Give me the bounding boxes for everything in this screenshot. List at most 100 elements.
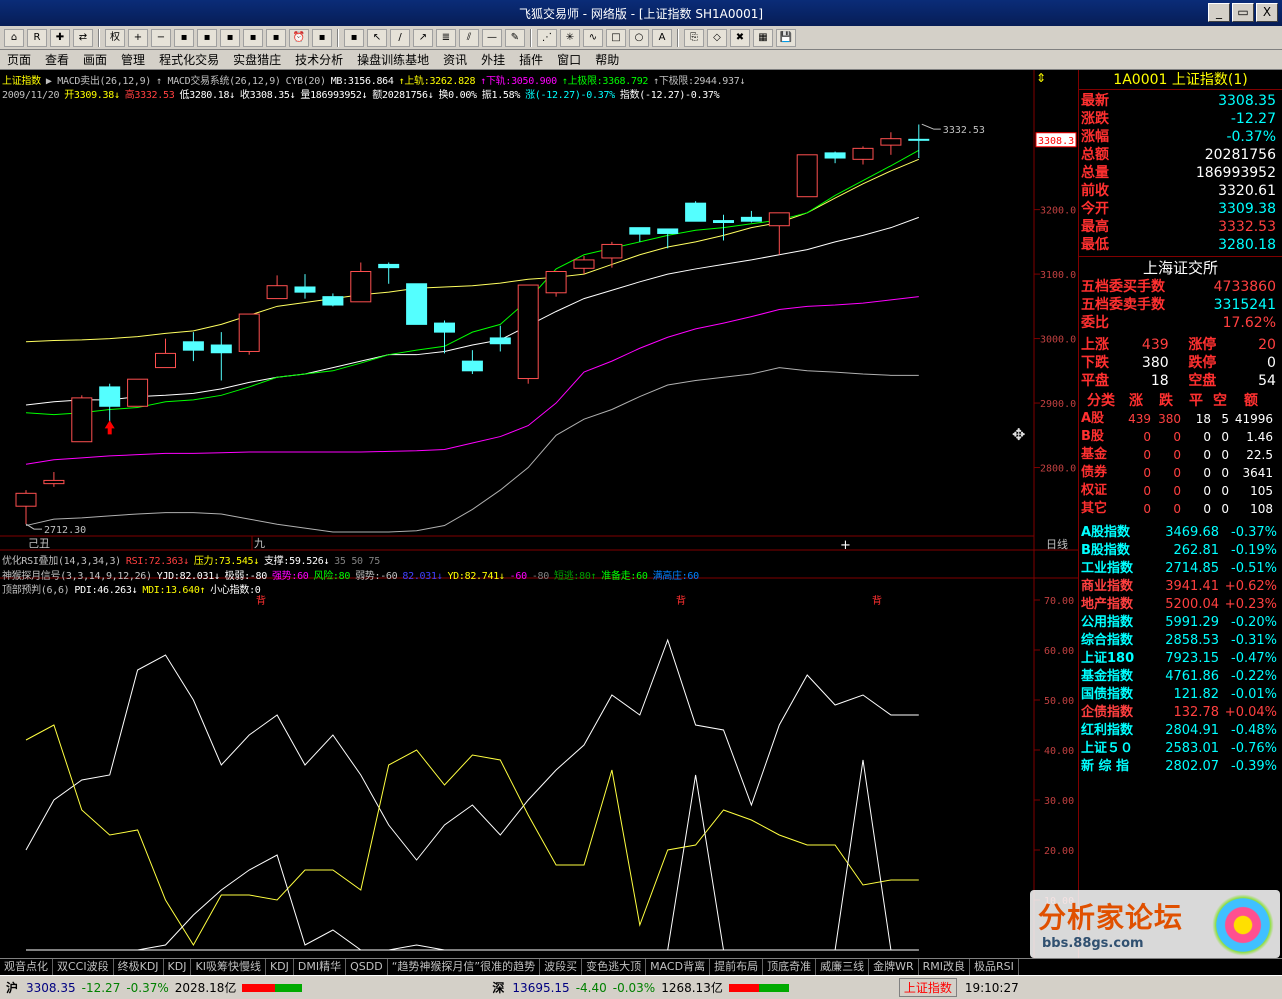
indicator-tab[interactable]: 提前布局 [710,959,764,975]
toolbar-pen-icon[interactable]: ✎ [505,28,525,47]
indicator-tab[interactable]: 变色逃大顶 [582,959,647,975]
indicator-tab[interactable]: KDJ [164,959,192,975]
indicator-tab[interactable]: MACD背离 [646,959,711,975]
candle-body[interactable] [155,352,176,369]
menu-item-6[interactable]: 技术分析 [288,51,350,68]
toolbar-add-icon[interactable]: ✚ [50,28,70,47]
index-row[interactable]: 企债指数 132.78 +0.04% [1081,704,1277,722]
chart-area[interactable]: 3200.0 3100.0 3000.0 2900.0 2800.0 3332.53 271… [0,70,1078,958]
candle-body[interactable] [99,386,121,407]
candle-body[interactable] [489,337,511,345]
scroll-anchor-icon[interactable]: ⇕ [1036,71,1046,85]
indicator-tab[interactable]: DMI精华 [294,959,347,975]
candle-body[interactable] [238,313,260,352]
menu-item-3[interactable]: 管理 [114,51,152,68]
index-row[interactable]: 综合指数 2858.53 -0.31% [1081,632,1277,650]
candle-body[interactable] [43,479,65,485]
toolbar-channel-icon[interactable]: ⫽ [459,28,479,47]
menu-item-10[interactable]: 插件 [512,51,550,68]
candle-body[interactable] [657,228,679,234]
candle-body[interactable] [824,152,846,159]
maximize-button[interactable]: ▭ [1232,3,1254,22]
candle-body[interactable] [406,283,428,325]
toolbar-ellipse-icon[interactable]: ○ [629,28,649,47]
indicator-tab[interactable]: 威廉三线 [816,959,870,975]
candle-body[interactable] [294,286,316,293]
indicator-tab[interactable]: 波段买 [540,959,583,975]
toolbar-home-icon[interactable]: ⌂ [4,28,24,47]
toolbar-copy-icon[interactable]: ⎘ [684,28,704,47]
toolbar-rect-icon[interactable]: □ [606,28,626,47]
menu-item-8[interactable]: 资讯 [436,51,474,68]
candle-body[interactable] [685,202,707,222]
candle-body[interactable] [182,341,204,351]
toolbar-save-icon[interactable]: 💾 [776,28,796,47]
menu-item-11[interactable]: 窗口 [550,51,588,68]
indicator-tab[interactable]: KDJ [266,959,294,975]
toolbar-zoomout-icon[interactable]: − [151,28,171,47]
indicator-tab[interactable]: 极品RSI [970,959,1019,975]
candle-body[interactable] [629,227,651,235]
minimize-button[interactable]: _ [1208,3,1230,22]
candle-body[interactable] [796,154,818,198]
candle-body[interactable] [601,243,623,259]
toolbar-line-icon[interactable]: / [390,28,410,47]
candle-body[interactable] [768,212,790,227]
index-row[interactable]: 国债指数 121.82 -0.01% [1081,686,1277,704]
indicator-tab[interactable]: 观音点化 [0,959,53,975]
candle-body[interactable] [210,344,232,354]
candle-body[interactable] [545,271,567,294]
toolbar-gann-icon[interactable]: ✳ [560,28,580,47]
index-row[interactable]: 红利指数 2804.91 -0.48% [1081,722,1277,740]
menu-item-4[interactable]: 程式化交易 [152,51,226,68]
toolbar-grid2-icon[interactable]: ▪ [197,28,217,47]
candle-body[interactable] [322,296,344,306]
toolbar-fib-icon[interactable]: ≣ [436,28,456,47]
index-row[interactable]: 新 综 指 2802.07 -0.39% [1081,758,1277,776]
candle-body[interactable] [573,259,595,269]
candle-body[interactable] [378,263,400,269]
indicator-tab[interactable]: RMI改良 [919,959,971,975]
toolbar-text-icon[interactable]: A [652,28,672,47]
candle-body[interactable] [266,285,288,300]
toolbar-transfer-icon[interactable]: ⇄ [73,28,93,47]
toolbar-alarm-icon[interactable]: ⏰ [289,28,309,47]
index-row[interactable]: 上证180 7923.15 -0.47% [1081,650,1277,668]
index-row[interactable]: 公用指数 5991.29 -0.20% [1081,614,1277,632]
toolbar-palette-icon[interactable]: ▦ [753,28,773,47]
menu-item-12[interactable]: 帮助 [588,51,626,68]
candle-body[interactable] [740,216,762,222]
toolbar-wave-icon[interactable]: ∿ [583,28,603,47]
toolbar-grid4-icon[interactable]: ▪ [243,28,263,47]
toolbar-ray-icon[interactable]: ↗ [413,28,433,47]
candle-body[interactable] [15,492,37,507]
candle-body[interactable] [434,322,455,333]
toolbar-grid6-icon[interactable]: ▪ [312,28,332,47]
indicator-tab[interactable]: 双CCI波段 [53,959,114,975]
crosshair-icon[interactable]: + [840,538,851,553]
candle-body[interactable] [908,138,930,141]
index-row[interactable]: 地产指数 5200.04 +0.23% [1081,596,1277,614]
candle-body[interactable] [350,271,372,303]
chart-canvas[interactable]: 3200.0 3100.0 3000.0 2900.0 2800.0 3332.53 271… [0,70,1078,958]
toolbar-fan-icon[interactable]: ⋰ [537,28,557,47]
toolbar-erase-icon[interactable]: ◇ [707,28,727,47]
index-row[interactable]: B股指数 262.81 -0.19% [1081,542,1277,560]
indicator-tab[interactable]: QSDD [346,959,388,975]
toolbar-grid1-icon[interactable]: ▪ [174,28,194,47]
candle-body[interactable] [127,378,149,407]
toolbar-delete-icon[interactable]: ✖ [730,28,750,47]
indicator-tab[interactable]: 顶底奇准 [763,959,817,975]
candle-body[interactable] [461,360,483,372]
toolbar-hline-icon[interactable]: — [482,28,502,47]
index-row[interactable]: 上证５０ 2583.01 -0.76% [1081,740,1277,758]
period-label[interactable]: 日线 [1046,537,1068,551]
indicator-tab[interactable]: KI吸筹快慢线 [191,959,266,975]
candle-body[interactable] [713,220,734,224]
menu-item-1[interactable]: 查看 [38,51,76,68]
menu-item-7[interactable]: 操盘训练基地 [350,51,436,68]
candle-body[interactable] [517,284,539,380]
close-button[interactable]: X [1256,3,1278,22]
status-tab[interactable]: 上证指数 [898,978,957,997]
toolbar-grid3-icon[interactable]: ▪ [220,28,240,47]
